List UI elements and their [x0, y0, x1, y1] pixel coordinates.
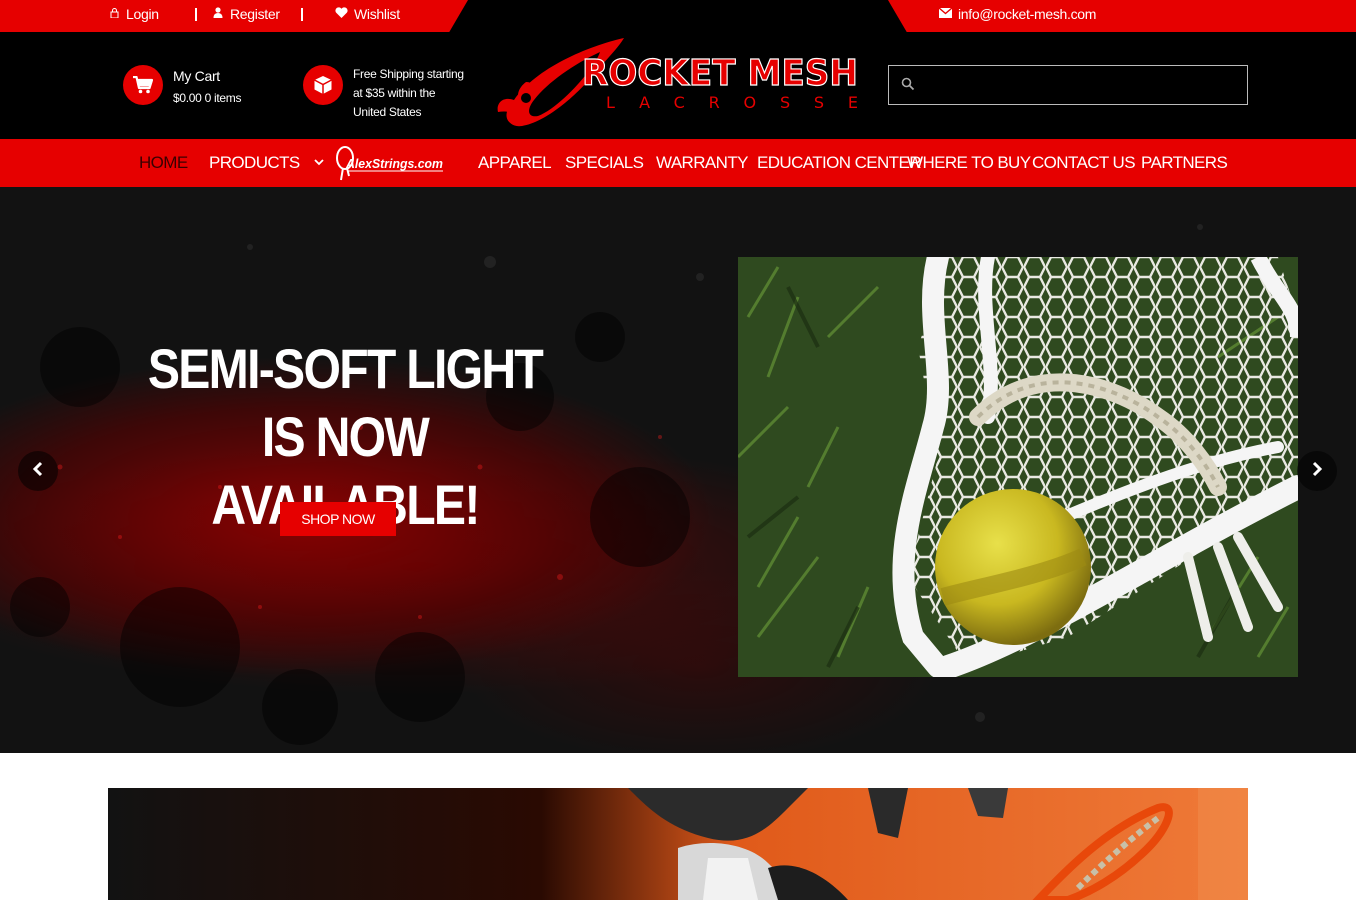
- box-icon: [303, 65, 343, 105]
- cart-icon[interactable]: [123, 65, 163, 105]
- slider-prev-button[interactable]: [18, 451, 58, 491]
- email-link[interactable]: info@rocket-mesh.com: [938, 6, 1096, 22]
- register-label: Register: [230, 6, 280, 22]
- cart-info[interactable]: My Cart $0.00 0 items: [173, 67, 241, 108]
- nav-item-partners[interactable]: PARTNERS: [1141, 153, 1228, 173]
- logo-subtitle: LACROSSE: [606, 93, 858, 112]
- cart-summary: $0.00 0 items: [173, 91, 242, 105]
- nav-item-contact-us[interactable]: CONTACT US: [1032, 153, 1136, 173]
- nav-item-education-center[interactable]: EDUCATION CENTER: [757, 153, 921, 173]
- nav-item-home[interactable]: HOME: [139, 153, 188, 173]
- search-icon[interactable]: [901, 77, 915, 96]
- chevron-down-icon: [313, 155, 324, 169]
- shipping-info: Free Shipping starting at $35 within the…: [353, 65, 464, 122]
- top-bar: Login Register Wishlist info@rocket-mesh…: [0, 0, 1356, 32]
- shipping-line: United States: [353, 105, 422, 119]
- hero-title-line: SEMI-SOFT LIGHT: [147, 337, 544, 400]
- lock-icon: [108, 7, 120, 21]
- email-label: info@rocket-mesh.com: [958, 6, 1097, 22]
- nav-item-alexstrings[interactable]: AlexStrings.com: [333, 144, 445, 182]
- search-input[interactable]: [923, 74, 1233, 96]
- product-photo: [738, 257, 1298, 677]
- login-link[interactable]: Login: [108, 6, 159, 22]
- nav-item-warranty[interactable]: WARRANTY: [656, 153, 748, 173]
- nav-item-specials[interactable]: SPECIALS: [565, 153, 644, 173]
- chevron-right-icon: [1311, 461, 1323, 482]
- logo-wordmark: ROCKET MESH: [582, 53, 858, 94]
- chevron-left-icon: [32, 461, 44, 482]
- cart-title: My Cart: [173, 68, 220, 84]
- shipping-line: at $35 within the: [353, 86, 436, 100]
- login-label: Login: [126, 6, 159, 22]
- register-link[interactable]: Register: [212, 6, 280, 22]
- nav-item-apparel[interactable]: APPAREL: [478, 153, 552, 173]
- main-nav: HOME PRODUCTS AlexStrings.com APPAREL SP…: [0, 139, 1356, 187]
- heart-icon: [334, 7, 348, 21]
- nav-item-label: PRODUCTS: [209, 153, 300, 172]
- divider: [301, 8, 303, 21]
- divider: [195, 8, 197, 21]
- alexstrings-logo-text: AlexStrings.com: [345, 156, 443, 171]
- shipping-line: Free Shipping starting: [353, 67, 464, 81]
- wishlist-link[interactable]: Wishlist: [334, 6, 400, 22]
- promo-banner[interactable]: [108, 788, 1248, 900]
- site-header: My Cart $0.00 0 items Free Shipping star…: [0, 32, 1356, 139]
- slider-next-button[interactable]: [1297, 451, 1337, 491]
- search-bar: [888, 65, 1248, 105]
- envelope-icon: [938, 6, 952, 21]
- hero-slider: SEMI-SOFT LIGHT IS NOW AVAILABLE! SHOP N…: [0, 187, 1356, 753]
- user-icon: [212, 7, 224, 21]
- wishlist-label: Wishlist: [354, 6, 400, 22]
- shop-now-button[interactable]: SHOP NOW: [280, 502, 396, 536]
- rocket-mesh-logo[interactable]: ROCKET MESH LACROSSE: [496, 38, 866, 134]
- nav-item-where-to-buy[interactable]: WHERE TO BUY: [907, 153, 1031, 173]
- nav-item-products[interactable]: PRODUCTS: [209, 153, 324, 173]
